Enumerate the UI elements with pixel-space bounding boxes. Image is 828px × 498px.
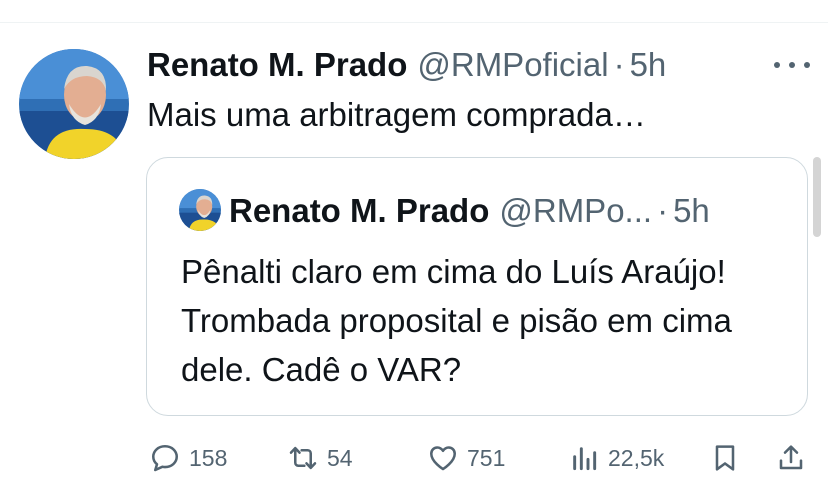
bookmark-icon xyxy=(715,445,735,471)
avatar[interactable] xyxy=(19,49,129,159)
like-button[interactable]: 751 xyxy=(427,438,505,478)
quoted-avatar xyxy=(179,189,221,231)
quoted-author-name: Renato M. Prado xyxy=(229,192,490,229)
action-bar: 158 54 751 22,5k xyxy=(0,438,828,478)
views-button[interactable]: 22,5k xyxy=(568,438,664,478)
separator-dot: · xyxy=(613,46,625,83)
views-count: 22,5k xyxy=(608,444,665,471)
share-icon xyxy=(779,445,803,470)
top-divider xyxy=(0,22,828,23)
quoted-separator-dot: · xyxy=(657,192,669,229)
quoted-time: 5h xyxy=(673,192,710,229)
tweet-time[interactable]: 5h xyxy=(630,46,667,84)
views-chart-icon xyxy=(573,447,597,471)
quoted-author-handle: @RMPo... xyxy=(499,192,653,229)
repost-count: 54 xyxy=(327,444,353,471)
scrollbar[interactable] xyxy=(813,157,821,237)
quoted-tweet[interactable]: Renato M. Prado @RMPo... · 5h Pênalti cl… xyxy=(146,157,808,416)
avatar-image xyxy=(19,49,129,159)
repost-icon xyxy=(289,446,317,470)
reply-button[interactable]: 158 xyxy=(149,438,227,478)
tweet-header: Renato M. Prado @RMPoficial · 5h xyxy=(147,40,666,90)
share-button[interactable] xyxy=(775,438,807,478)
quoted-header: Renato M. Prado @RMPo... · 5h xyxy=(229,186,710,236)
reply-count: 158 xyxy=(189,444,228,471)
quoted-text: Pênalti claro em cima do Luís Araújo! Tr… xyxy=(181,253,732,388)
author-handle[interactable]: @RMPoficial xyxy=(417,46,608,84)
repost-button[interactable]: 54 xyxy=(287,438,353,478)
bookmark-button[interactable] xyxy=(709,438,741,478)
more-dots-icon[interactable] xyxy=(774,50,810,80)
tweet-text: Mais uma arbitragem comprada… xyxy=(147,96,646,133)
heart-icon xyxy=(430,446,456,471)
quoted-avatar-image xyxy=(179,189,221,231)
author-name[interactable]: Renato M. Prado xyxy=(147,46,407,84)
like-count: 751 xyxy=(467,444,506,471)
reply-icon xyxy=(152,445,179,472)
